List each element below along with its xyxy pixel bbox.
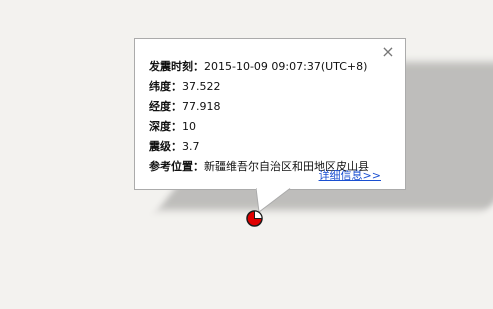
latitude-label: 纬度： — [149, 80, 182, 93]
location-label: 参考位置： — [149, 160, 204, 173]
row-magnitude: 震级：3.7 — [149, 137, 399, 157]
row-depth: 深度：10 — [149, 117, 399, 137]
map-canvas[interactable]: × 发震时刻：2015-10-09 09:07:37(UTC+8) 纬度：37.… — [0, 0, 493, 309]
magnitude-value: 3.7 — [182, 140, 200, 153]
depth-label: 深度： — [149, 120, 182, 133]
row-origin-time: 发震时刻：2015-10-09 09:07:37(UTC+8) — [149, 57, 399, 77]
row-latitude: 纬度：37.522 — [149, 77, 399, 97]
longitude-label: 经度： — [149, 100, 182, 113]
detail-info-link[interactable]: 详细信息>> — [319, 167, 381, 183]
origin-time-label: 发震时刻： — [149, 60, 204, 73]
latitude-value: 37.522 — [182, 80, 221, 93]
row-longitude: 经度：77.918 — [149, 97, 399, 117]
popup-content: 发震时刻：2015-10-09 09:07:37(UTC+8) 纬度：37.52… — [149, 57, 399, 177]
longitude-value: 77.918 — [182, 100, 221, 113]
origin-time-value: 2015-10-09 09:07:37(UTC+8) — [204, 60, 368, 73]
earthquake-info-popup: × 发震时刻：2015-10-09 09:07:37(UTC+8) 纬度：37.… — [134, 38, 406, 190]
earthquake-marker-icon[interactable] — [246, 210, 263, 227]
depth-value: 10 — [182, 120, 196, 133]
magnitude-label: 震级： — [149, 140, 182, 153]
